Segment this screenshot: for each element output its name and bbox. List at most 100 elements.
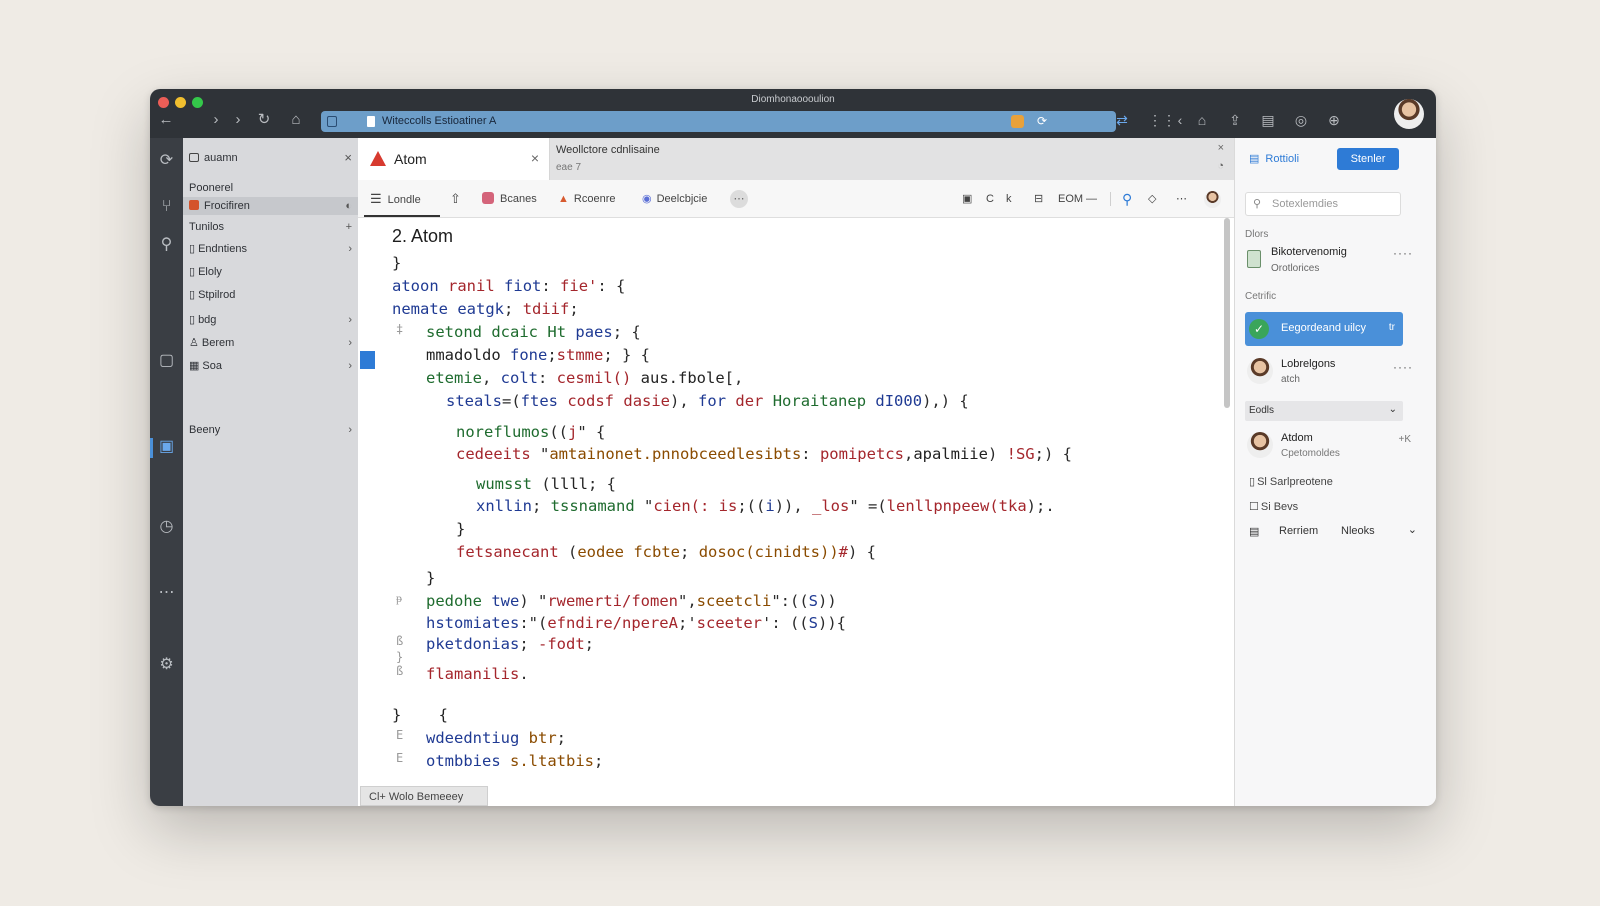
toolbar-right-dash[interactable]: — <box>1086 190 1097 208</box>
sync-icon[interactable]: ⟳ <box>150 150 183 170</box>
toolbar-right-k[interactable]: k <box>1006 190 1012 208</box>
list-item[interactable]: Atdom Cpetomoldes +K <box>1245 430 1425 464</box>
more-icon[interactable]: ⋯ <box>150 582 183 602</box>
reload-button[interactable]: ↻ <box>254 110 274 130</box>
tree-item-label: bdg <box>198 314 217 326</box>
tab-bar: Atom × Weollctore cdnlisaine eae 7 × ◔ <box>358 138 1234 180</box>
top-link[interactable]: ▤ Rottioli <box>1249 152 1299 165</box>
git-icon[interactable]: ⑂ <box>150 198 183 216</box>
extension-icon[interactable] <box>1011 115 1024 128</box>
toolbar-right-c[interactable]: C <box>986 190 994 208</box>
table-icon: ▦ <box>189 360 200 372</box>
chevron-right-icon[interactable]: › <box>348 421 352 439</box>
tree-item[interactable]: ▯ Stpilrod <box>189 286 352 304</box>
code-line: } <box>426 569 436 587</box>
profile-avatar[interactable] <box>1394 99 1424 129</box>
home-outline-icon[interactable]: ⌂ <box>1192 110 1212 130</box>
active-list-item[interactable]: ✓ Eegordeand uilcy tr <box>1245 312 1403 346</box>
filter-dropdown[interactable]: Eodls ⌄ <box>1245 401 1403 421</box>
home-button[interactable]: ⌂ <box>286 110 306 130</box>
top-link-label: Rottioli <box>1265 153 1300 165</box>
layout-icon[interactable]: ▢ <box>150 350 183 370</box>
clock-icon[interactable]: ◷ <box>150 516 183 536</box>
more-button[interactable]: ⋯ <box>730 190 748 208</box>
atom-logo-icon <box>370 151 386 166</box>
pin-icon[interactable]: ⊕ <box>1324 110 1344 130</box>
collaborator-avatar[interactable] <box>1204 191 1221 208</box>
grid-icon[interactable]: ⋮⋮ <box>1148 110 1176 130</box>
item-title: Lobrelgons <box>1281 358 1336 370</box>
translate-icon[interactable]: ⇄ <box>1112 110 1132 130</box>
book-icon[interactable]: ▤ <box>1258 110 1278 130</box>
tree-item[interactable]: ▯ Eloly <box>189 263 352 281</box>
search-icon[interactable]: ⚲ <box>150 234 183 254</box>
tree-item[interactable]: Tunilos + <box>189 218 352 236</box>
tree-item[interactable]: ▦ Soa › <box>189 357 352 375</box>
more-icon[interactable]: ···· <box>1393 360 1413 374</box>
chevron-right-icon[interactable]: › <box>348 240 352 258</box>
gutter-mark: ‡ <box>396 322 404 336</box>
toolbar-item-1[interactable]: Bcanes <box>482 190 537 208</box>
panel-icon[interactable]: ⊟ <box>1034 190 1043 208</box>
tree-item[interactable]: ▯ Endntiens › <box>189 240 352 258</box>
share-icon[interactable]: ⇧ <box>450 190 461 208</box>
breakpoint-marker[interactable] <box>360 351 375 369</box>
scrollbar[interactable] <box>1224 218 1230 408</box>
code-line: flamanilis. <box>426 665 529 683</box>
editor-pane: Atom × Weollctore cdnlisaine eae 7 × ◔ ☰… <box>358 138 1234 806</box>
close-icon[interactable]: × <box>344 149 352 167</box>
chevron-right-icon[interactable]: › <box>348 334 352 352</box>
chevron-right-icon[interactable]: › <box>348 357 352 375</box>
lock-icon <box>327 116 337 127</box>
tab-secondary[interactable]: Weollctore cdnlisaine eae 7 × ◔ <box>550 138 1234 180</box>
view-menu-button[interactable]: ☰ Londle <box>370 190 421 208</box>
settings-icon[interactable]: ⚙ <box>150 654 183 674</box>
list-item[interactable]: Bikotervenomig Orotlorices ···· <box>1245 246 1425 278</box>
item-title: Atdom <box>1281 432 1313 444</box>
tag-icon[interactable]: ◇ <box>1148 190 1156 208</box>
chevron-down-icon: ⌄ <box>1388 404 1397 415</box>
footer-row[interactable]: ▤ Rerriem Nleoks ⌄ <box>1249 523 1417 543</box>
more-icon[interactable]: ···· <box>1393 246 1413 260</box>
primary-button[interactable]: Stenler <box>1337 148 1399 170</box>
list-icon: ▤ <box>1249 153 1260 165</box>
tree-footer-item[interactable]: Beeny › <box>189 421 352 439</box>
forward-button[interactable]: › <box>206 110 226 130</box>
code-line: steals=(ftes codsf dasie), for der Horai… <box>446 392 969 410</box>
shield-icon[interactable]: ◎ <box>1291 110 1311 130</box>
tree-item[interactable]: ♙ Berem › <box>189 334 352 352</box>
close-icon[interactable]: × <box>1218 142 1224 154</box>
share-icon[interactable]: ⇪ <box>1225 110 1245 130</box>
chevron-right-icon[interactable]: › <box>348 311 352 329</box>
tree-item[interactable]: ▯ bdg › <box>189 311 352 329</box>
plus-icon[interactable]: + <box>346 218 352 236</box>
toolbar-item-3[interactable]: ◉ Deelcbjcie <box>642 190 707 208</box>
chevron-icon[interactable]: ‹ <box>1170 110 1190 130</box>
refresh-icon[interactable]: ◔ <box>1217 160 1224 172</box>
back-button[interactable]: ← <box>156 110 176 130</box>
search-input[interactable]: ⚲ Sotexlemdies <box>1245 192 1401 216</box>
tree-item-selected[interactable]: Frocifiren ◐ <box>183 197 358 215</box>
avatar <box>1247 432 1273 458</box>
bookmark-icon[interactable]: ⟳ <box>1037 111 1047 132</box>
preview-icon[interactable]: ▣ <box>962 190 972 208</box>
project-header[interactable]: auamn × <box>189 149 352 167</box>
toolbar-item-2[interactable]: ▲ Rcoenre <box>558 190 615 208</box>
tab-atom[interactable]: Atom × <box>358 138 550 180</box>
toolbar-right-eom[interactable]: EOM <box>1058 190 1083 208</box>
address-bar[interactable]: Witeccolls Estioatiner A ⟳ <box>321 111 1116 132</box>
small-item[interactable]: ▯ Sl Sarlpreotene <box>1249 475 1333 488</box>
tree-item-label: Beeny <box>189 424 221 436</box>
active-indicator <box>150 438 153 458</box>
overflow-icon[interactable]: ⋯ <box>1176 190 1187 208</box>
forward-alt-button[interactable]: › <box>228 110 248 130</box>
code-area[interactable]: 2. Atom } atoon ranil fiot: fie': { nema… <box>358 218 1234 778</box>
toggle-icon[interactable]: ◐ <box>345 197 352 215</box>
code-line: wumsst (llll; { <box>476 475 616 493</box>
close-tab-icon[interactable]: × <box>531 150 539 166</box>
list-item[interactable]: Lobrelgons atch ···· <box>1245 356 1425 390</box>
search-icon[interactable]: ⚲ <box>1122 190 1132 208</box>
small-item[interactable]: ☐ Si Bevs <box>1249 500 1298 513</box>
activity-rail: ⟳ ⑂ ⚲ ▢ ▣ ◷ ⋯ ⚙ <box>150 138 183 806</box>
notes-icon[interactable]: ▣ <box>150 436 183 456</box>
